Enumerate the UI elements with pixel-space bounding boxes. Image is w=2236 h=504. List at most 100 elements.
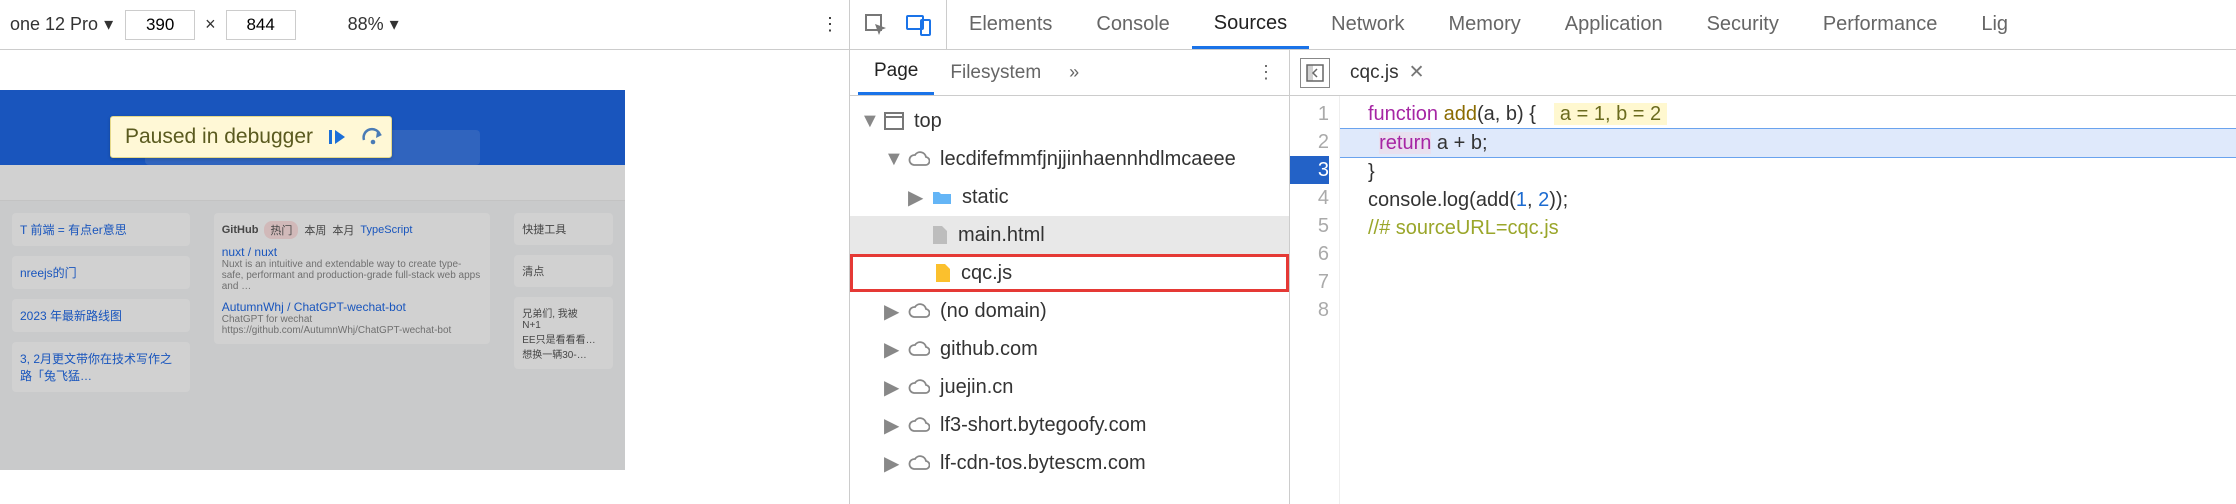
device-toolbar: one 12 Pro ▾ × 88% ▾ ⋮ — [0, 0, 849, 50]
kebab-menu-icon[interactable]: ⋮ — [821, 14, 839, 35]
preview-pill: 热门 — [264, 221, 298, 239]
line-gutter: 1 2 3 4 5 6 7 8 — [1290, 96, 1340, 504]
preview-text: 兄弟们, 我被 N+1 EE只是看看看… 想换一辆30-… — [514, 297, 613, 369]
js-file-icon — [935, 263, 951, 283]
disclosure-triangle-icon: ▶ — [884, 299, 898, 324]
preview-pill: 本月 — [332, 222, 354, 238]
disclosure-triangle-icon: ▶ — [884, 451, 898, 476]
preview-text: Nuxt is an intuitive and extendable way … — [222, 259, 483, 292]
tree-node-folder-static[interactable]: ▶ static — [850, 178, 1289, 216]
device-preview-pane: one 12 Pro ▾ × 88% ▾ ⋮ — [0, 0, 850, 504]
cloud-icon — [908, 455, 930, 471]
resume-button[interactable] — [327, 127, 347, 147]
dimension-separator: × — [205, 14, 216, 35]
tree-node-nodomain[interactable]: ▶ (no domain) — [850, 292, 1289, 330]
tree-label: juejin.cn — [940, 376, 1013, 399]
disclosure-triangle-icon: ▶ — [884, 413, 898, 438]
tree-node-top[interactable]: ▼ top — [850, 102, 1289, 140]
step-over-button[interactable] — [361, 127, 385, 147]
preview-text: 2023 年最新路线图 — [20, 309, 122, 323]
inspect-icon[interactable] — [864, 13, 888, 37]
tree-label: lf3-short.bytegoofy.com — [940, 414, 1146, 437]
tree-node-lf3[interactable]: ▶ lf3-short.bytegoofy.com — [850, 406, 1289, 444]
nav-tab-filesystem[interactable]: Filesystem — [934, 50, 1057, 95]
tab-memory[interactable]: Memory — [1427, 0, 1543, 49]
preview-area: T 前端 = 有点er意思 nreejs的门 2023 年最新路线图 3, 2月… — [0, 50, 849, 504]
zoom-value: 88% — [348, 14, 384, 35]
preview-text: 3, 2月更文带你在技术写作之路「兔飞猛… — [20, 352, 172, 383]
tab-performance[interactable]: Performance — [1801, 0, 1960, 49]
preview-text: 快捷工具 — [514, 213, 613, 245]
tree-label: lf-cdn-tos.bytescm.com — [940, 452, 1146, 475]
file-icon — [932, 225, 948, 245]
chevron-down-icon: ▾ — [390, 14, 399, 35]
preview-text: GitHub — [222, 224, 259, 236]
code-area[interactable]: 1 2 3 4 5 6 7 8 function add(a, b) {a = … — [1290, 96, 2236, 504]
tab-lighthouse[interactable]: Lig — [1959, 0, 2030, 49]
preview-pill: 本周 — [304, 222, 326, 238]
preview-text: 清点 — [514, 255, 613, 287]
tab-console[interactable]: Console — [1074, 0, 1191, 49]
cloud-icon — [908, 379, 930, 395]
editor-tab-cqc[interactable]: cqc.js ✕ — [1340, 50, 1435, 95]
tab-application[interactable]: Application — [1543, 0, 1685, 49]
preview-text: nreejs的门 — [20, 266, 77, 280]
breakpoint-marker: 3 — [1290, 156, 1329, 184]
source-editor: cqc.js ✕ 1 2 3 4 5 6 7 8 — [1290, 50, 2236, 504]
toggle-navigator-icon[interactable] — [1300, 58, 1330, 88]
chevron-down-icon: ▾ — [104, 14, 113, 35]
device-toggle-icon[interactable] — [906, 13, 932, 37]
tab-sources[interactable]: Sources — [1192, 0, 1309, 49]
tab-elements[interactable]: Elements — [947, 0, 1074, 49]
tree-label: static — [962, 186, 1009, 209]
disclosure-triangle-icon: ▼ — [884, 148, 898, 171]
preview-link: AutumnWhj / ChatGPT-wechat-bot — [222, 300, 483, 314]
dimensions: × — [125, 10, 296, 40]
sources-navigator: Page Filesystem » ⋮ ▼ top ▼ lecdifefmmfj… — [850, 50, 1290, 504]
zoom-select[interactable]: 88% ▾ — [348, 14, 399, 35]
device-select[interactable]: one 12 Pro ▾ — [10, 14, 113, 35]
kebab-menu-icon[interactable]: ⋮ — [1257, 50, 1289, 95]
paused-label: Paused in debugger — [125, 125, 313, 149]
cloud-icon — [908, 151, 930, 167]
tree-label: (no domain) — [940, 300, 1047, 323]
tree-label: main.html — [958, 224, 1045, 247]
tree-node-lfcdn[interactable]: ▶ lf-cdn-tos.bytescm.com — [850, 444, 1289, 482]
disclosure-triangle-icon: ▶ — [884, 337, 898, 362]
code-content: function add(a, b) {a = 1, b = 2 return … — [1340, 96, 2236, 504]
close-icon[interactable]: ✕ — [1409, 61, 1425, 84]
cloud-icon — [908, 417, 930, 433]
disclosure-triangle-icon: ▼ — [860, 110, 874, 133]
editor-tab-label: cqc.js — [1350, 62, 1399, 84]
preview-frame: T 前端 = 有点er意思 nreejs的门 2023 年最新路线图 3, 2月… — [0, 90, 625, 470]
file-tree: ▼ top ▼ lecdifefmmfjnjjinhaennhdlmcaeee … — [850, 96, 1289, 504]
editor-tab-bar: cqc.js ✕ — [1290, 50, 2236, 96]
tree-node-github[interactable]: ▶ github.com — [850, 330, 1289, 368]
tree-node-file-cqc[interactable]: cqc.js — [850, 254, 1289, 292]
tree-label: cqc.js — [961, 262, 1012, 285]
tree-node-juejin[interactable]: ▶ juejin.cn — [850, 368, 1289, 406]
current-execution-line: return a + b; — [1340, 128, 2236, 158]
preview-text: T 前端 = 有点er意思 — [20, 223, 127, 237]
disclosure-triangle-icon: ▶ — [908, 185, 922, 210]
paused-overlay: Paused in debugger — [110, 116, 392, 158]
cloud-icon — [908, 341, 930, 357]
disclosure-triangle-icon: ▶ — [884, 375, 898, 400]
nav-tab-page[interactable]: Page — [858, 50, 934, 95]
tab-security[interactable]: Security — [1685, 0, 1801, 49]
folder-icon — [932, 189, 952, 205]
nav-more-tabs-icon[interactable]: » — [1069, 50, 1079, 95]
tree-label: github.com — [940, 338, 1038, 361]
preview-pill: TypeScript — [360, 224, 412, 236]
tree-node-extension[interactable]: ▼ lecdifefmmfjnjjinhaennhdlmcaeee — [850, 140, 1289, 178]
inline-values-hint: a = 1, b = 2 — [1554, 103, 1667, 125]
tab-network[interactable]: Network — [1309, 0, 1426, 49]
width-input[interactable] — [125, 10, 195, 40]
preview-link: nuxt / nuxt — [222, 245, 483, 259]
preview-text: ChatGPT for wechat https://github.com/Au… — [222, 314, 483, 336]
height-input[interactable] — [226, 10, 296, 40]
frame-icon — [884, 112, 904, 130]
tree-node-file-main[interactable]: main.html — [850, 216, 1289, 254]
tree-label: lecdifefmmfjnjjinhaennhdlmcaeee — [940, 148, 1236, 171]
devtools-tab-bar: Elements Console Sources Network Memory … — [850, 0, 2236, 50]
